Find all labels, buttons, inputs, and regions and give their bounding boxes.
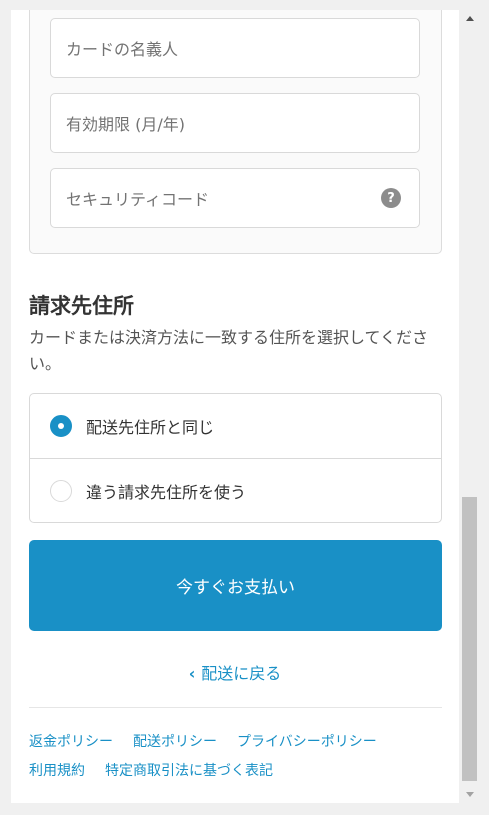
return-to-shipping-label: 配送に戻る xyxy=(201,664,282,683)
chevron-left-icon: ‹ xyxy=(188,664,196,683)
shipping-policy-link[interactable]: 配送ポリシー xyxy=(133,734,217,750)
billing-address-options: 配送先住所と同じ 違う請求先住所を使う xyxy=(29,393,442,523)
return-to-shipping-link[interactable]: ‹ 配送に戻る xyxy=(11,660,459,684)
pay-now-button[interactable]: 今すぐお支払い xyxy=(29,540,442,631)
scroll-down-button[interactable] xyxy=(460,786,479,803)
billing-address-title: 請求先住所 xyxy=(29,294,134,318)
arrow-down-icon xyxy=(465,792,474,797)
security-code-placeholder: セキュリティコード xyxy=(66,190,210,209)
footer-divider xyxy=(29,707,442,708)
billing-option-different[interactable]: 違う請求先住所を使う xyxy=(30,458,441,522)
footer-policy-links: 返金ポリシー 配送ポリシー プライバシーポリシー利用規約 特定商取引法に基づく表記 xyxy=(29,728,449,786)
billing-option-same[interactable]: 配送先住所と同じ xyxy=(30,394,441,458)
name-on-card-placeholder: カードの名義人 xyxy=(66,40,179,59)
scroll-up-button[interactable] xyxy=(460,10,479,27)
vertical-scrollbar[interactable] xyxy=(460,10,479,803)
radio-unselected-icon[interactable] xyxy=(50,479,72,502)
scrollbar-thumb[interactable] xyxy=(462,497,477,781)
expiry-placeholder: 有効期限 (月/年) xyxy=(66,115,185,134)
billing-option-label: 配送先住所と同じ xyxy=(86,418,215,437)
pay-now-label: 今すぐお支払い xyxy=(176,578,295,598)
name-on-card-field[interactable]: カードの名義人 xyxy=(50,18,420,78)
help-icon[interactable]: ? xyxy=(381,188,401,208)
arrow-up-icon xyxy=(465,16,474,21)
security-code-field[interactable]: セキュリティコード ? xyxy=(50,168,420,228)
expiry-field[interactable]: 有効期限 (月/年) xyxy=(50,93,420,153)
radio-selected-icon[interactable] xyxy=(50,415,72,437)
terms-of-service-link[interactable]: 利用規約 xyxy=(29,763,85,779)
privacy-policy-link[interactable]: プライバシーポリシー xyxy=(237,734,377,750)
checkout-page: カードの名義人 有効期限 (月/年) セキュリティコード ? 請求先住所 カード… xyxy=(11,10,459,803)
billing-option-label: 違う請求先住所を使う xyxy=(86,482,247,502)
billing-address-description: カードまたは決済方法に一致する住所を選択してください。 xyxy=(29,328,429,373)
legal-notice-link[interactable]: 特定商取引法に基づく表記 xyxy=(105,763,273,779)
refund-policy-link[interactable]: 返金ポリシー xyxy=(29,734,113,750)
